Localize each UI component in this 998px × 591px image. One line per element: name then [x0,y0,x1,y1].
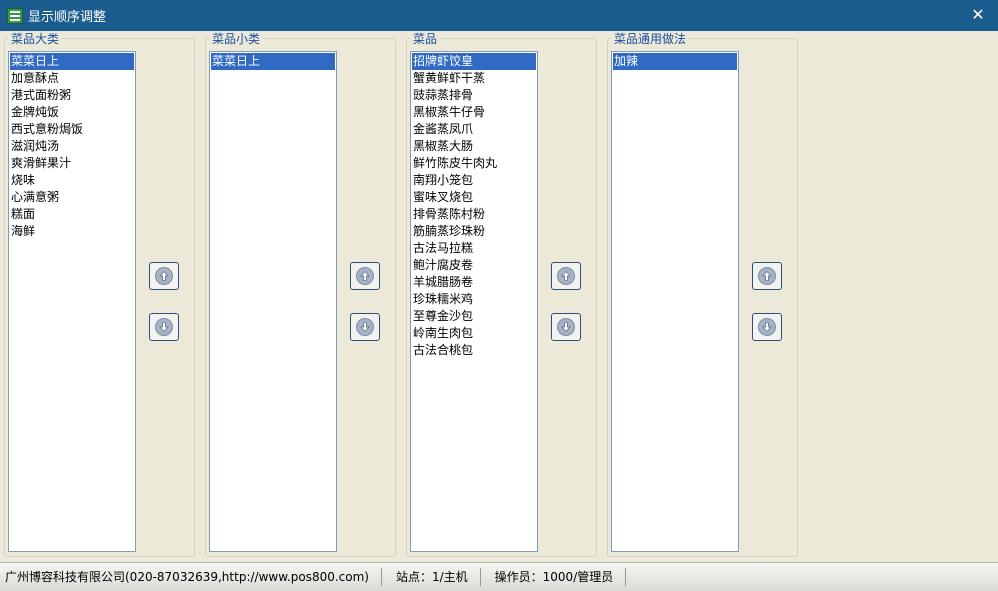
list-item[interactable]: 烧味 [10,172,134,189]
arrow-down-icon [356,318,374,336]
list-item[interactable]: 港式面粉粥 [10,87,134,104]
status-company: 广州博容科技有限公司(020-87032639,http://www.pos80… [0,568,382,586]
group-method: 菜品通用做法 加辣 [607,32,798,557]
list-item[interactable]: 爽滑鲜果汁 [10,155,134,172]
listbox-category[interactable]: 菜菜日上 加意酥点 港式面粉粥 金牌炖饭 西式意粉焗饭 滋润炖汤 爽滑鲜果汁 烧味 心满意粥 糕面… [8,51,136,552]
move-up-button[interactable] [149,262,179,290]
list-item[interactable]: 蟹黄鲜虾干蒸 [412,70,536,87]
list-item[interactable]: 加意酥点 [10,70,134,87]
list-item[interactable]: 排骨蒸陈村粉 [412,206,536,223]
arrow-down-icon [758,318,776,336]
list-item[interactable]: 豉蒜蒸排骨 [412,87,536,104]
move-down-button[interactable] [149,313,179,341]
move-down-button[interactable] [350,313,380,341]
title-bar: 显示顺序调整 ✕ [0,0,998,31]
list-item[interactable]: 金牌炖饭 [10,104,134,121]
list-item[interactable]: 鲍汁腐皮卷 [412,257,536,274]
group-label-method: 菜品通用做法 [611,32,690,46]
list-item[interactable]: 黑椒蒸大肠 [412,138,536,155]
group-label-dish: 菜品 [410,32,441,46]
status-operator: 操作员：1000/管理员 [481,568,627,586]
arrow-down-icon [557,318,575,336]
list-item[interactable]: 西式意粉焗饭 [10,121,134,138]
list-item[interactable]: 滋润炖汤 [10,138,134,155]
list-item[interactable]: 古法合桃包 [412,342,536,359]
window-title: 显示顺序调整 [28,10,107,25]
list-item[interactable]: 菜菜日上 [10,53,134,70]
list-item[interactable]: 鲜竹陈皮牛肉丸 [412,155,536,172]
move-up-button[interactable] [350,262,380,290]
group-dish: 菜品招牌虾饺皇 蟹黄鲜虾干蒸 豉蒜蒸排骨 黑椒蒸牛仔骨 金酱蒸凤爪 黑椒蒸大肠 鲜竹陈皮牛肉… [406,32,597,557]
listbox-dish[interactable]: 招牌虾饺皇 蟹黄鲜虾干蒸 豉蒜蒸排骨 黑椒蒸牛仔骨 金酱蒸凤爪 黑椒蒸大肠 鲜竹陈皮牛肉丸南… [410,51,538,552]
list-item[interactable]: 羊城腊肠卷 [412,274,536,291]
listbox-subcategory[interactable]: 菜菜日上 [209,51,337,552]
list-item[interactable]: 金酱蒸凤爪 [412,121,536,138]
list-item[interactable]: 加辣 [613,53,737,70]
group-subcategory: 菜品小类 菜菜日上 [205,32,396,557]
move-down-button[interactable] [752,313,782,341]
move-up-button[interactable] [752,262,782,290]
status-bar: 广州博容科技有限公司(020-87032639,http://www.pos80… [0,562,998,591]
list-item[interactable]: 筋腩蒸珍珠粉 [412,223,536,240]
list-item[interactable]: 黑椒蒸牛仔骨 [412,104,536,121]
app-icon [7,7,23,24]
arrow-down-icon [155,318,173,336]
close-button[interactable]: ✕ [968,5,988,25]
group-category: 菜品大类菜菜日上 加意酥点 港式面粉粥 金牌炖饭 西式意粉焗饭 滋润炖汤 爽滑鲜果汁 烧味 心满… [4,32,195,557]
list-item[interactable]: 招牌虾饺皇 [412,53,536,70]
status-station: 站点：1/主机 [382,568,481,586]
list-item[interactable]: 海鲜 [10,223,134,240]
list-item[interactable]: 至尊金沙包 [412,308,536,325]
list-item[interactable]: 心满意粥 [10,189,134,206]
list-item[interactable]: 古法马拉糕 [412,240,536,257]
arrow-up-icon [557,267,575,285]
list-item[interactable]: 南翔小笼包 [412,172,536,189]
group-label-category: 菜品大类 [8,32,63,46]
group-label-subcategory: 菜品小类 [209,32,264,46]
move-up-button[interactable] [551,262,581,290]
arrow-up-icon [356,267,374,285]
list-item[interactable]: 糕面 [10,206,134,223]
move-down-button[interactable] [551,313,581,341]
list-item[interactable]: 蜜味叉烧包 [412,189,536,206]
list-item[interactable]: 珍珠糯米鸡 [412,291,536,308]
arrow-up-icon [758,267,776,285]
list-item[interactable]: 菜菜日上 [211,53,335,70]
list-item[interactable]: 岭南生肉包 [412,325,536,342]
listbox-method[interactable]: 加辣 [611,51,739,552]
arrow-up-icon [155,267,173,285]
